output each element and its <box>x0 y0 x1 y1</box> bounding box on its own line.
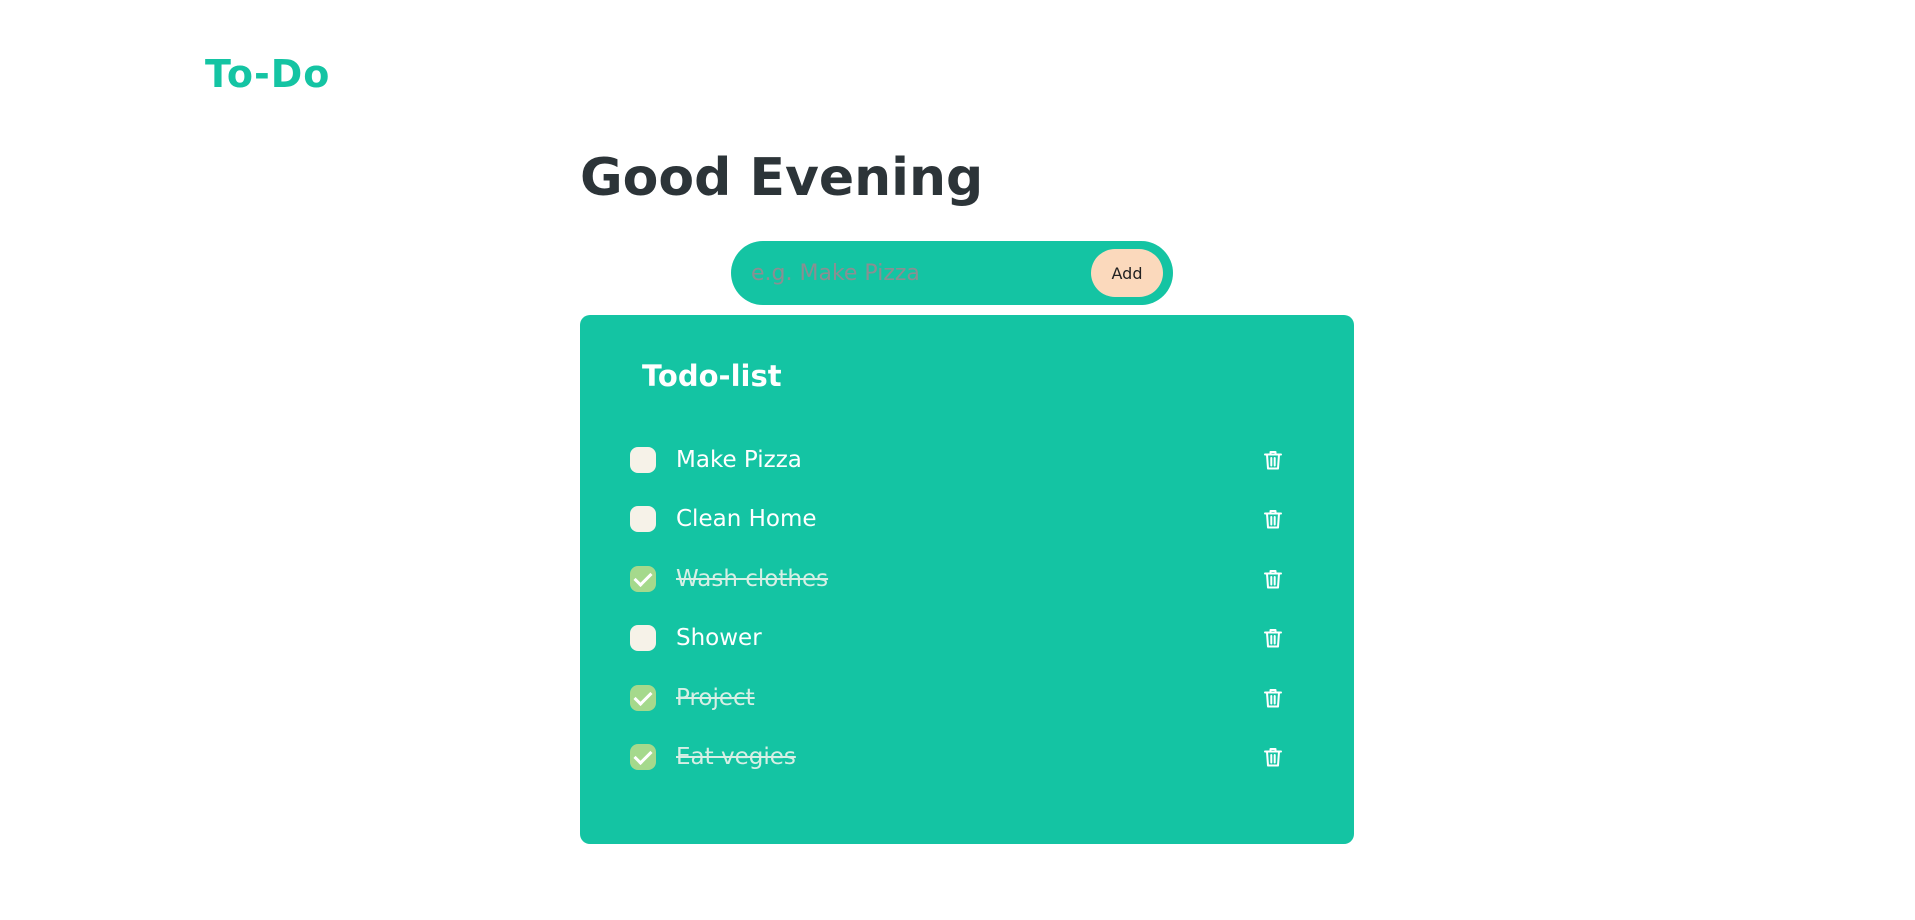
todo-item-label: Eat vegies <box>676 744 796 771</box>
todo-item-label: Project <box>676 684 755 711</box>
trash-icon[interactable] <box>1264 569 1282 589</box>
app-logo-title: To-Do <box>205 52 331 96</box>
todo-item: Project <box>630 668 1320 728</box>
todo-item: Shower <box>630 609 1320 669</box>
trash-icon[interactable] <box>1264 688 1282 708</box>
trash-icon[interactable] <box>1264 747 1282 767</box>
todo-item-label: Clean Home <box>676 506 817 533</box>
trash-icon[interactable] <box>1264 450 1282 470</box>
todo-checkbox-checked[interactable] <box>630 684 656 711</box>
todo-item-label: Make Pizza <box>676 446 802 473</box>
todo-list: Make Pizza Clean Home Wash clothes Shower Pr… <box>630 430 1320 787</box>
todo-input[interactable] <box>751 253 1051 293</box>
add-todo-form: Add <box>731 241 1173 305</box>
todo-item-label: Wash clothes <box>676 565 829 592</box>
todo-item: Eat vegies <box>630 728 1320 788</box>
todo-checkbox-checked[interactable] <box>630 744 656 771</box>
trash-icon[interactable] <box>1264 509 1282 529</box>
add-button[interactable]: Add <box>1091 249 1163 297</box>
todo-checkbox-checked[interactable] <box>630 565 656 592</box>
todo-item: Clean Home <box>630 490 1320 550</box>
page-title: Good Evening <box>580 148 984 208</box>
todo-item: Make Pizza <box>630 430 1320 490</box>
todo-item-label: Shower <box>676 625 762 652</box>
trash-icon[interactable] <box>1264 628 1282 648</box>
todo-card: Todo-list Make Pizza Clean Home Wash cloth… <box>580 315 1354 844</box>
todo-checkbox[interactable] <box>630 506 656 533</box>
todo-checkbox[interactable] <box>630 446 656 473</box>
todo-list-title: Todo-list <box>642 359 782 393</box>
todo-checkbox[interactable] <box>630 625 656 652</box>
todo-item: Wash clothes <box>630 549 1320 609</box>
